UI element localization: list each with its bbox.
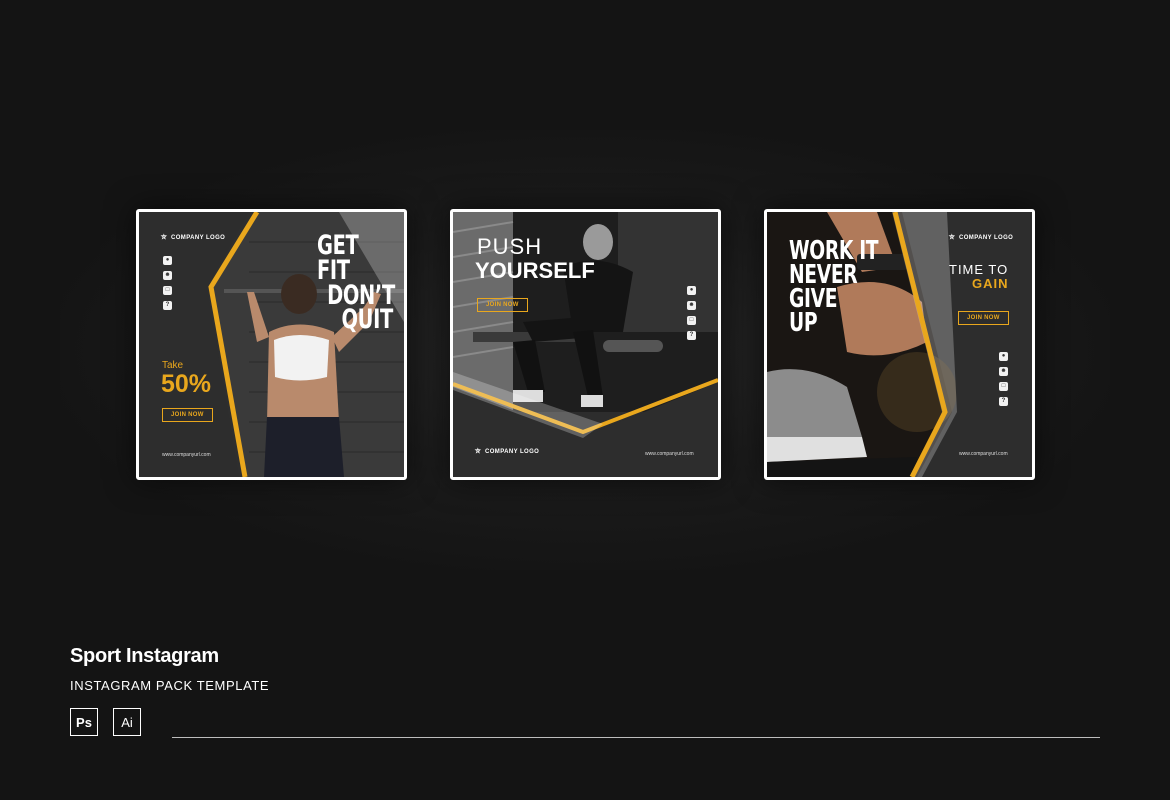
company-url: www.companyurl.com	[959, 451, 1008, 457]
tagline-line-1: TIME TO	[949, 262, 1009, 277]
company-logo-text: COMPANY LOGO	[959, 235, 1014, 241]
globe-icon[interactable]: ●	[999, 352, 1008, 361]
company-url: www.companyurl.com	[645, 451, 694, 457]
instagram-post-card-1[interactable]: ⛦ COMPANY LOGO ● ☻ □ ? GET FIT DON’T QUI…	[136, 209, 407, 480]
trophy-icon: ⛦	[161, 234, 167, 241]
join-now-button[interactable]: JOIN NOW	[162, 408, 213, 422]
company-logo-text: COMPANY LOGO	[171, 235, 226, 241]
help-icon[interactable]: ?	[999, 397, 1008, 406]
headline-bold: YOURSELF	[475, 258, 595, 283]
company-logo-text: COMPANY LOGO	[485, 449, 540, 455]
globe-icon[interactable]: ●	[163, 256, 172, 265]
promo-value: 50%	[161, 370, 212, 398]
headline-line-3: QUIT	[341, 304, 393, 336]
help-icon[interactable]: ?	[687, 331, 696, 340]
instagram-icon[interactable]: □	[687, 316, 696, 325]
user-icon[interactable]: ☻	[999, 367, 1008, 376]
company-url: www.companyurl.com	[162, 452, 211, 458]
social-icons: ● ☻ □ ?	[687, 286, 696, 340]
product-subtitle: INSTAGRAM PACK TEMPLATE	[70, 678, 270, 693]
user-icon[interactable]: ☻	[163, 271, 172, 280]
instagram-post-card-2[interactable]: PUSH YOURSELF JOIN NOW ● ☻ □ ? ⛦ COMPANY…	[450, 209, 721, 480]
instagram-icon[interactable]: □	[163, 286, 172, 295]
photoshop-badge-icon: Ps	[70, 708, 98, 736]
social-icons: ● ☻ □ ?	[163, 256, 172, 310]
company-logo: ⛦ COMPANY LOGO	[475, 448, 539, 456]
illustrator-badge-icon: Ai	[113, 708, 141, 736]
tagline-line-2: GAIN	[972, 276, 1009, 291]
company-logo: ⛦ COMPANY LOGO	[161, 234, 225, 242]
help-icon[interactable]: ?	[163, 301, 172, 310]
headline: WORK IT NEVER GIVE UP	[789, 238, 879, 338]
headline-light: PUSH	[477, 234, 543, 259]
instagram-post-card-3[interactable]: WORK IT NEVER GIVE UP ⛦ COMPANY LOGO TIM…	[764, 209, 1035, 480]
globe-icon[interactable]: ●	[687, 286, 696, 295]
headline-line-1: GET FIT	[317, 230, 359, 286]
product-title: Sport Instagram	[70, 645, 219, 667]
headline-line-4: UP	[789, 307, 818, 338]
company-logo: ⛦ COMPANY LOGO	[949, 234, 1013, 242]
join-now-button[interactable]: JOIN NOW	[477, 298, 528, 312]
user-icon[interactable]: ☻	[687, 301, 696, 310]
trophy-icon: ⛦	[475, 448, 481, 455]
footer-divider	[172, 737, 1100, 738]
headline: GET FIT DON’T QUIT	[317, 230, 395, 336]
social-icons: ● ☻ □ ?	[999, 352, 1008, 406]
trophy-icon: ⛦	[949, 234, 955, 241]
join-now-button[interactable]: JOIN NOW	[958, 311, 1009, 325]
instagram-icon[interactable]: □	[999, 382, 1008, 391]
